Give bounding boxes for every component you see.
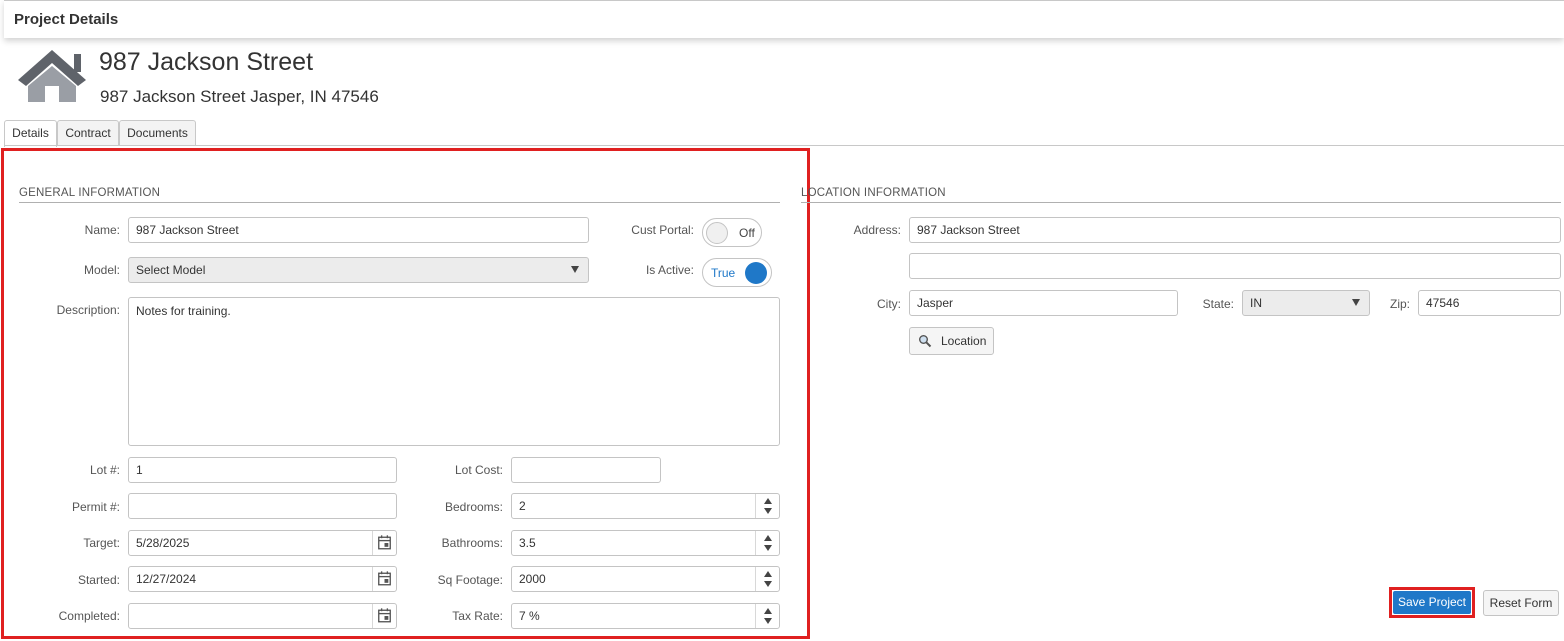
model-select[interactable]: Select Model <box>128 257 589 283</box>
target-date-value: 5/28/2025 <box>136 536 190 550</box>
tab-details[interactable]: Details <box>4 120 57 147</box>
lot-cost-input[interactable] <box>511 457 661 483</box>
sqft-value: 2000 <box>519 572 546 586</box>
city-label: City: <box>877 297 901 311</box>
page-title: Project Details <box>14 11 119 28</box>
tax-rate-input[interactable]: 7 % <box>511 603 780 629</box>
calendar-icon[interactable] <box>372 567 396 591</box>
zip-label: Zip: <box>1389 297 1410 311</box>
address-label: Address: <box>853 223 901 237</box>
city-input[interactable]: Jasper <box>909 290 1178 316</box>
is-active-state: True <box>711 266 736 280</box>
started-label: Started: <box>77 573 120 587</box>
page-header: Project Details <box>4 0 1564 38</box>
bedrooms-label: Bedrooms: <box>444 500 503 514</box>
state-select[interactable]: IN <box>1242 290 1370 316</box>
toggle-knob <box>706 222 728 244</box>
bathrooms-input[interactable]: 3.5 <box>511 530 780 556</box>
general-section-title: GENERAL INFORMATION <box>19 187 161 199</box>
tab-contract[interactable]: Contract <box>57 120 119 146</box>
arrow-up-icon <box>764 571 772 577</box>
bedrooms-input[interactable]: 2 <box>511 493 780 519</box>
arrow-up-icon <box>764 498 772 504</box>
is-active-toggle[interactable]: True <box>702 258 772 287</box>
target-date-input[interactable]: 5/28/2025 <box>128 530 397 556</box>
sqft-input[interactable]: 2000 <box>511 566 780 592</box>
save-project-button[interactable]: Save Project <box>1393 591 1471 614</box>
completed-label: Completed: <box>58 609 120 623</box>
lot-label: Lot #: <box>89 463 120 477</box>
arrow-down-icon <box>764 581 772 587</box>
chevron-down-icon <box>571 266 579 273</box>
completed-date-input[interactable] <box>128 603 397 629</box>
model-label: Model: <box>83 263 120 277</box>
lot-input[interactable]: 1 <box>128 457 397 483</box>
location-section-title: LOCATION INFORMATION <box>801 187 946 199</box>
arrow-up-icon <box>764 608 772 614</box>
zip-input[interactable]: 47546 <box>1418 290 1561 316</box>
description-label: Description: <box>56 303 120 317</box>
name-label: Name: <box>84 223 120 237</box>
chevron-down-icon <box>1352 299 1360 306</box>
magnifier-icon <box>919 335 932 348</box>
address-input[interactable]: 987 Jackson Street <box>909 217 1561 243</box>
toggle-knob <box>745 262 767 284</box>
calendar-icon[interactable] <box>372 604 396 628</box>
tab-documents[interactable]: Documents <box>119 120 196 146</box>
bedrooms-value: 2 <box>519 499 526 513</box>
is-active-label: Is Active: <box>645 263 694 277</box>
sqft-label: Sq Footage: <box>437 573 503 587</box>
bathrooms-value: 3.5 <box>519 536 536 550</box>
general-section-divider <box>19 202 780 203</box>
tab-divider <box>4 145 1564 146</box>
tax-rate-label: Tax Rate: <box>452 609 503 623</box>
started-date-input[interactable]: 12/27/2024 <box>128 566 397 592</box>
state-label: State: <box>1202 297 1234 311</box>
arrow-up-icon <box>764 535 772 541</box>
project-name: 987 Jackson Street <box>99 48 314 76</box>
address-line2-input[interactable] <box>909 253 1561 279</box>
tax-rate-spinner[interactable] <box>755 604 779 628</box>
location-section-divider <box>801 202 1561 203</box>
house-icon <box>18 50 86 102</box>
lot-cost-label: Lot Cost: <box>454 463 503 477</box>
sqft-spinner[interactable] <box>755 567 779 591</box>
tax-rate-value: 7 % <box>519 609 540 623</box>
location-button-label: Location <box>941 334 987 348</box>
permit-label: Permit #: <box>71 500 120 514</box>
arrow-down-icon <box>764 545 772 551</box>
state-select-value: IN <box>1250 296 1262 310</box>
arrow-down-icon <box>764 508 772 514</box>
bedrooms-spinner[interactable] <box>755 494 779 518</box>
bathrooms-label: Bathrooms: <box>441 536 503 550</box>
location-button[interactable]: Location <box>909 327 994 355</box>
target-label: Target: <box>83 536 120 550</box>
cust-portal-toggle[interactable]: Off <box>702 218 762 247</box>
cust-portal-label: Cust Portal: <box>631 223 694 237</box>
calendar-icon[interactable] <box>372 531 396 555</box>
project-address: 987 Jackson Street Jasper, IN 47546 <box>100 87 379 106</box>
model-select-value: Select Model <box>136 263 206 277</box>
permit-input[interactable] <box>128 493 397 519</box>
started-date-value: 12/27/2024 <box>136 572 197 586</box>
arrow-down-icon <box>764 618 772 624</box>
cust-portal-state: Off <box>739 226 755 240</box>
description-textarea[interactable]: Notes for training. <box>128 297 780 446</box>
bathrooms-spinner[interactable] <box>755 531 779 555</box>
name-input[interactable]: 987 Jackson Street <box>128 217 589 243</box>
reset-form-button[interactable]: Reset Form <box>1483 590 1559 616</box>
